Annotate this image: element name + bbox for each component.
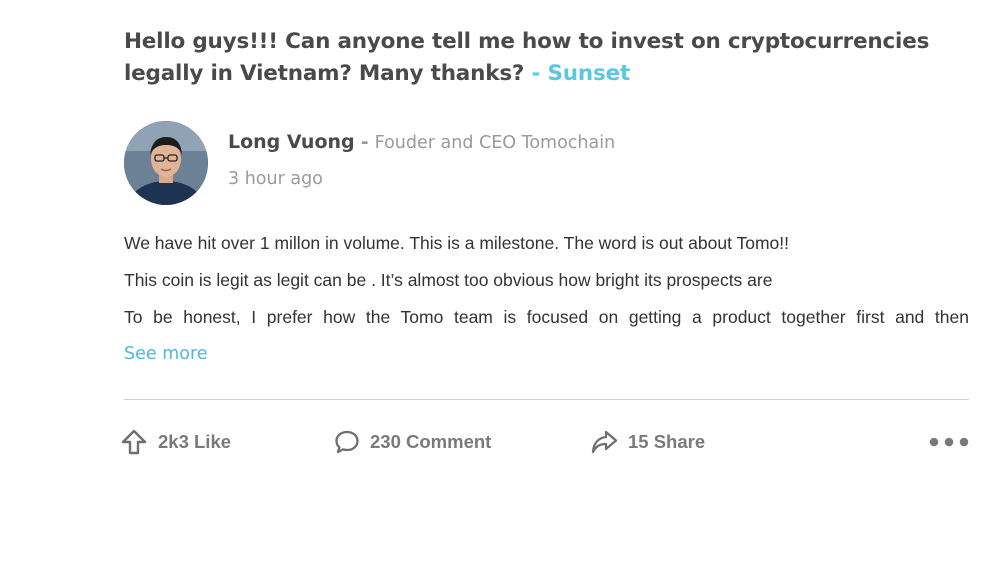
post-timestamp: 3 hour ago	[228, 169, 323, 189]
share-button[interactable]: 15 Share	[590, 426, 705, 458]
author-line: Long Vuong - Fouder and CEO Tomochain	[228, 131, 615, 153]
body-line: This coin is legit as legit can be . It’…	[124, 270, 773, 290]
author-title: Fouder and CEO Tomochain	[374, 133, 616, 153]
like-button[interactable]: 2k3 Like	[120, 426, 231, 458]
person-avatar-icon	[124, 121, 208, 205]
upvote-arrow-icon	[121, 429, 147, 455]
share-arrow-icon	[591, 430, 618, 454]
author-row: Long Vuong - Fouder and CEO Tomochain 3 …	[124, 121, 969, 205]
body-line: We have hit over 1 millon in volume. Thi…	[124, 233, 789, 253]
author-name[interactable]: Long Vuong	[228, 131, 355, 153]
more-dots-icon	[929, 437, 969, 447]
comment-button[interactable]: 230 Comment	[334, 426, 491, 458]
post-body: We have hit over 1 millon in volume. Thi…	[124, 231, 969, 342]
like-count: 2k3 Like	[158, 431, 232, 452]
see-more-link[interactable]: See more	[124, 344, 208, 364]
share-count: 15 Share	[628, 431, 706, 452]
divider	[124, 399, 969, 400]
comment-count: 230 Comment	[370, 431, 492, 452]
asker-name[interactable]: - Sunset	[532, 61, 631, 86]
more-options-button[interactable]	[929, 426, 969, 458]
author-avatar[interactable]	[124, 121, 208, 205]
speech-bubble-icon	[335, 430, 359, 454]
post-question[interactable]: Hello guys!!! Can anyone tell me how to …	[124, 26, 969, 90]
question-text: Hello guys!!! Can anyone tell me how to …	[124, 29, 930, 86]
body-line: To be honest, I prefer how the Tomo team…	[124, 307, 969, 327]
author-separator: -	[360, 131, 369, 153]
post-card: Hello guys!!! Can anyone tell me how to …	[121, 26, 969, 455]
action-bar: 2k3 Like 230 Comment 15 Share	[121, 426, 969, 458]
